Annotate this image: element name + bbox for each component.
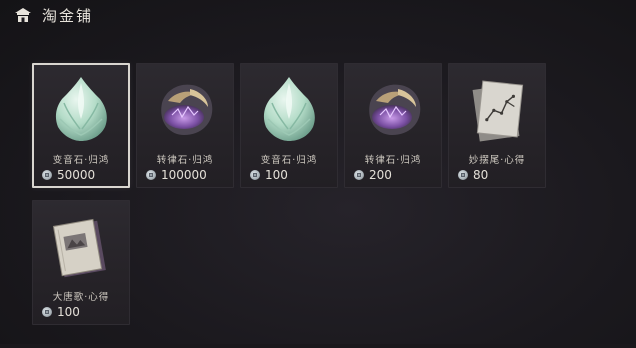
item-price-row: 100000 [146, 168, 207, 182]
item-price-row: 80 [458, 168, 488, 182]
item-price: 100 [57, 305, 80, 319]
shop-header: 淘金铺 [14, 4, 93, 26]
bottom-edge [0, 344, 636, 348]
item-name: 转律石·归鸿 [364, 155, 422, 166]
silver-coin-icon [250, 170, 260, 180]
silver-coin-icon [354, 170, 364, 180]
shop-item[interactable]: 转律石·归鸿 100000 [136, 63, 234, 188]
item-price-row: 50000 [42, 168, 95, 182]
jade-stone-icon [254, 73, 324, 145]
item-name: 变音石·归鸿 [260, 155, 318, 166]
item-price: 100000 [161, 168, 207, 182]
book-icon [46, 210, 116, 282]
shop-title: 淘金铺 [42, 6, 94, 25]
shop-house-icon [15, 8, 31, 22]
shop-item[interactable]: 变音石·归鸿 100 [240, 63, 338, 188]
item-name: 大唐歌·心得 [52, 292, 110, 303]
skill-scroll-icon [462, 73, 532, 145]
silver-coin-icon [146, 170, 156, 180]
purple-ore-icon [358, 73, 428, 145]
shop-item[interactable]: 转律石·归鸿 200 [344, 63, 442, 188]
item-price: 100 [265, 168, 288, 182]
item-name: 变音石·归鸿 [52, 155, 110, 166]
item-price-row: 100 [42, 305, 80, 319]
purple-ore-icon [150, 73, 220, 145]
item-name: 妙摆尾·心得 [468, 155, 526, 166]
silver-coin-icon [458, 170, 468, 180]
jade-stone-icon [46, 73, 116, 145]
silver-coin-icon [42, 307, 52, 317]
item-name: 转律石·归鸿 [156, 155, 214, 166]
item-price: 50000 [57, 168, 96, 182]
silver-coin-icon [42, 170, 52, 180]
item-price-row: 100 [250, 168, 288, 182]
item-price: 200 [369, 168, 392, 182]
shop-item[interactable]: 妙摆尾·心得 80 [448, 63, 546, 188]
shop-item[interactable]: 变音石·归鸿 50000 [32, 63, 130, 188]
item-price: 80 [473, 168, 489, 182]
shop-item[interactable]: 大唐歌·心得 100 [32, 200, 130, 325]
item-price-row: 200 [354, 168, 392, 182]
